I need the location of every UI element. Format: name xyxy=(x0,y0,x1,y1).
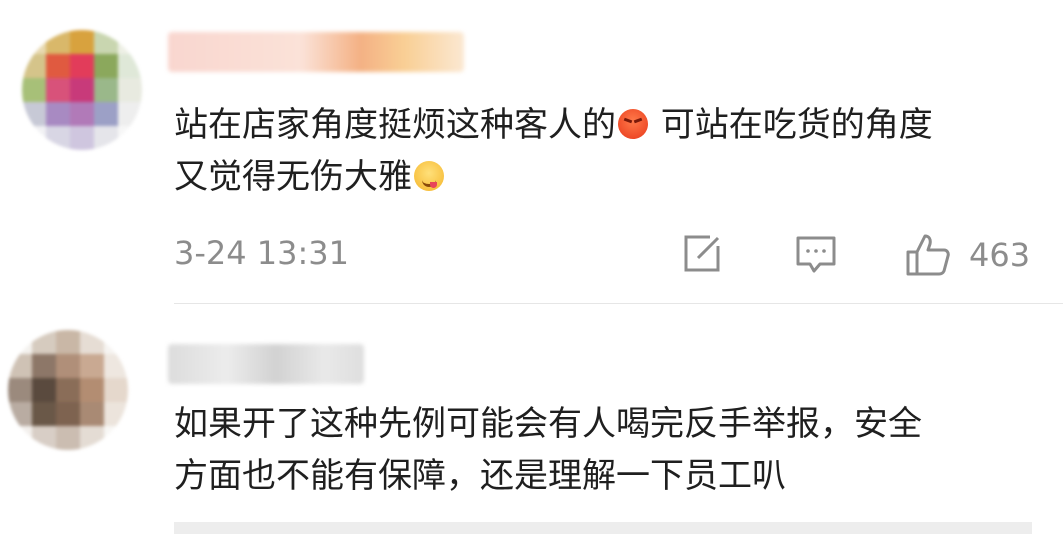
divider xyxy=(174,522,1032,534)
comment-text-segment: 如果开了这种先例可能会有人喝完反手举报，安全 xyxy=(174,404,922,444)
comment-text-segment: 方面也不能有保障，还是理解一下员工叭 xyxy=(174,456,786,496)
avatar[interactable] xyxy=(8,330,128,450)
comment-text: 如果开了这种先例可能会有人喝完反手举报，安全 方面也不能有保障，还是理解一下员工… xyxy=(174,398,922,502)
username-blurred[interactable] xyxy=(168,344,364,384)
comment-item: 如果开了这种先例可能会有人喝完反手举报，安全 方面也不能有保障，还是理解一下员工… xyxy=(0,0,1063,534)
